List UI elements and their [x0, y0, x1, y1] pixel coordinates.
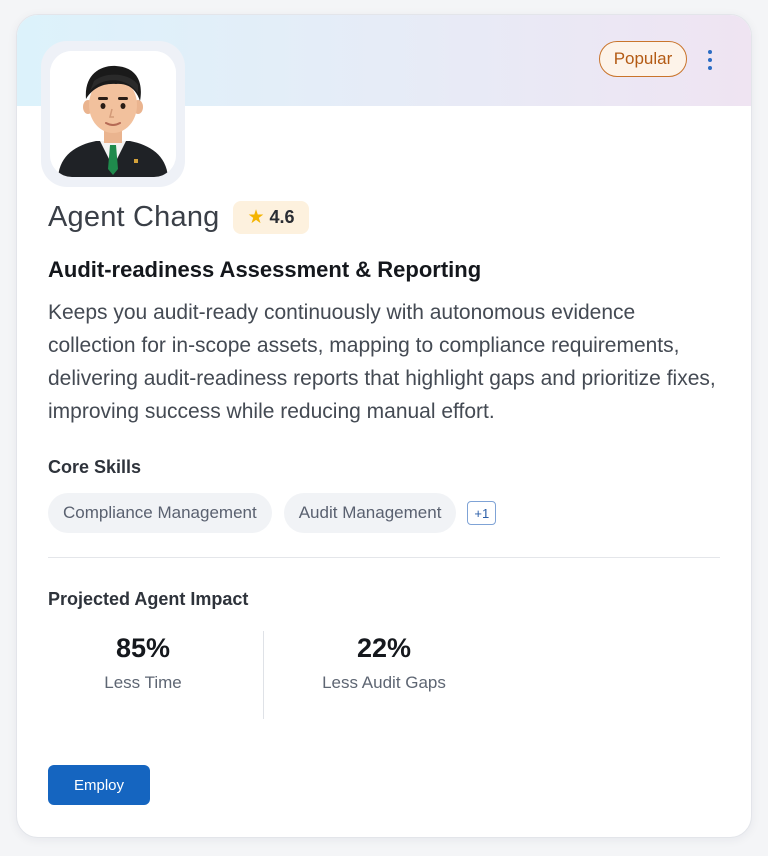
- impact-label: Projected Agent Impact: [48, 589, 249, 609]
- core-skills-label: Core Skills: [48, 457, 142, 477]
- rating-badge: ★ 4.6: [233, 201, 309, 234]
- more-vertical-icon-dot: [708, 58, 712, 62]
- avatar-frame: [41, 41, 185, 187]
- popular-badge: Popular: [599, 41, 687, 77]
- employ-button[interactable]: Employ: [48, 765, 150, 805]
- agent-avatar-illustration: [50, 51, 176, 177]
- agent-name: Agent Chang: [48, 201, 220, 233]
- more-options-button[interactable]: [699, 45, 721, 75]
- avatar: [50, 51, 176, 177]
- star-icon: ★: [247, 207, 265, 228]
- agent-title: Audit-readiness Assessment & Reporting: [48, 257, 482, 282]
- skill-chip: Audit Management: [283, 493, 457, 533]
- rating-value: 4.6: [269, 207, 295, 227]
- metric-divider: [263, 631, 264, 719]
- section-divider: [48, 557, 720, 558]
- more-skills-chip[interactable]: +1: [467, 501, 497, 525]
- skill-chip: Compliance Management: [48, 493, 272, 533]
- more-vertical-icon: [708, 50, 712, 54]
- impact-metric: 22% Less Audit Gaps: [309, 631, 459, 693]
- more-vertical-icon-dot: [708, 66, 712, 70]
- metric-label: Less Time: [104, 673, 182, 692]
- impact-metric: 85% Less Time: [73, 631, 213, 693]
- agent-description: Keeps you audit-ready continuously with …: [48, 301, 716, 423]
- agent-card: Popular Agent Chang ★ 4.6 Audit-readines…: [16, 14, 752, 838]
- skills-list: Compliance Management Audit Management +…: [48, 493, 497, 533]
- metric-value: 22%: [356, 633, 412, 663]
- metric-value: 85%: [115, 633, 171, 663]
- metric-label: Less Audit Gaps: [322, 673, 446, 692]
